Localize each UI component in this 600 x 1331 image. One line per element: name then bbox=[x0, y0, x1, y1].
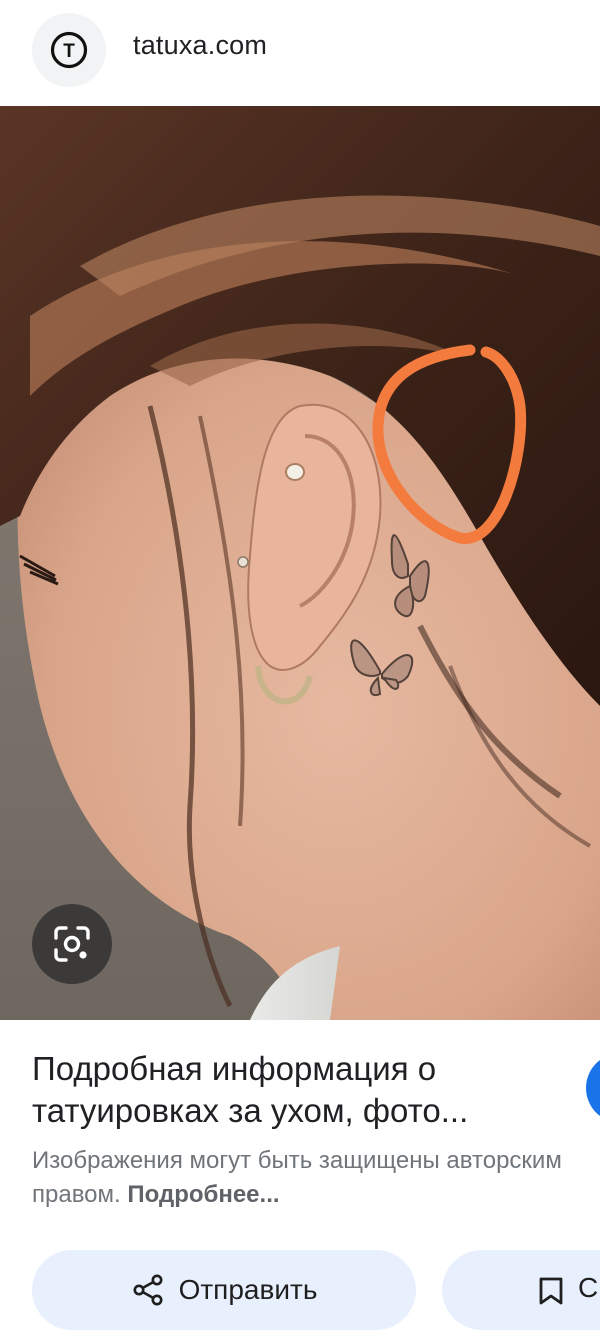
visit-button[interactable] bbox=[586, 1053, 600, 1123]
google-lens-icon bbox=[54, 926, 90, 962]
site-favicon: T bbox=[32, 13, 106, 87]
learn-more-link[interactable]: Подробнее... bbox=[127, 1181, 279, 1208]
save-button[interactable]: С bbox=[442, 1250, 600, 1330]
share-button[interactable]: Отправить bbox=[32, 1250, 416, 1330]
site-name[interactable]: tatuxa.com bbox=[133, 30, 267, 61]
google-lens-button[interactable] bbox=[32, 904, 112, 984]
svg-text:T: T bbox=[63, 41, 75, 62]
bookmark-icon bbox=[539, 1277, 563, 1305]
source-header[interactable]: T tatuxa.com bbox=[0, 0, 600, 106]
image-result-page: T tatuxa.com Подробная информация о тату… bbox=[0, 0, 600, 1331]
save-button-label: С bbox=[578, 1272, 599, 1303]
copyright-notice-text: правом. bbox=[32, 1181, 121, 1208]
copyright-notice-line2: правом. Подробнее... bbox=[32, 1178, 280, 1212]
result-image[interactable] bbox=[0, 106, 600, 1020]
copyright-notice: Изображения могут быть защищены авторски… bbox=[32, 1147, 562, 1174]
share-button-label: Отправить bbox=[178, 1274, 318, 1305]
tatuxa-logo-icon: T bbox=[50, 31, 88, 69]
share-icon bbox=[133, 1274, 163, 1306]
result-title[interactable]: Подробная информация о татуировках за ух… bbox=[32, 1048, 532, 1132]
